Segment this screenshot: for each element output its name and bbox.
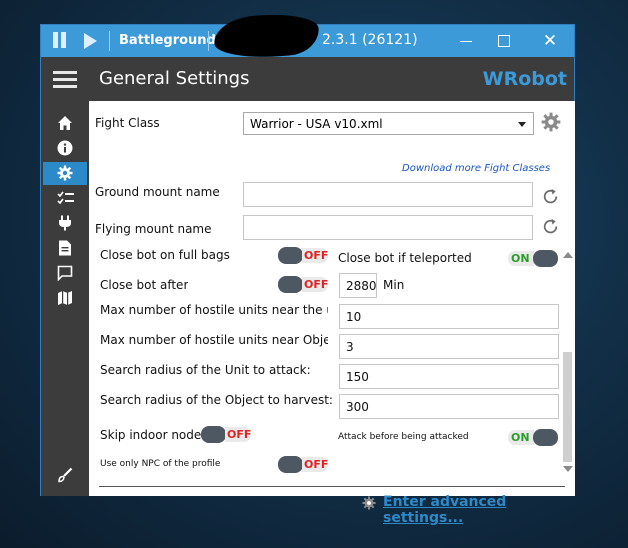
titlebar-divider [208, 31, 209, 51]
settings-panel: Fight Class Warrior - USA v10.xml Downlo… [89, 101, 575, 526]
settings-window: Battlegrounder 2.3.1 (26121) ✕ General S… [40, 11, 575, 526]
home-icon[interactable] [43, 112, 87, 135]
map-icon[interactable] [43, 287, 87, 310]
minimize-icon[interactable] [455, 30, 477, 52]
title-bar[interactable]: Battlegrounder 2.3.1 (26121) ✕ [41, 11, 574, 61]
max-hostile-unit-input[interactable]: 10 [339, 304, 559, 329]
ground-mount-label: Ground mount name [95, 185, 220, 199]
toggle-state: OFF [302, 277, 329, 292]
close-full-bags-toggle[interactable]: OFF [278, 247, 328, 264]
checklist-icon[interactable] [43, 187, 87, 210]
search-object-input[interactable]: 300 [339, 394, 559, 419]
page-title: General Settings [99, 68, 250, 89]
close-teleported-toggle[interactable]: ON [508, 250, 558, 267]
skip-indoor-toggle[interactable]: OFF [201, 426, 251, 443]
toggle-state: ON [508, 251, 534, 266]
pause-icon[interactable] [51, 31, 69, 49]
toggle-state: OFF [225, 427, 252, 442]
toggle-knob [278, 276, 303, 293]
document-icon[interactable] [43, 237, 87, 260]
toggle-knob [201, 426, 226, 443]
sidebar [41, 101, 89, 496]
refresh-icon[interactable] [542, 218, 559, 239]
plug-icon[interactable] [43, 212, 87, 235]
attack-before-toggle[interactable]: ON [508, 429, 558, 446]
advanced-settings-gear-icon [362, 495, 376, 514]
gear-icon[interactable] [43, 162, 87, 185]
toggle-state: ON [508, 430, 534, 445]
fight-class-value: Warrior - USA v10.xml [250, 117, 383, 131]
close-after-unit: Min [383, 278, 405, 292]
refresh-icon[interactable] [542, 188, 559, 209]
chat-icon[interactable] [43, 262, 87, 285]
fight-class-dropdown[interactable]: Warrior - USA v10.xml [243, 112, 534, 135]
attack-before-label: Attack before being attacked [338, 432, 469, 442]
toggle-knob [278, 247, 303, 264]
scroll-up-icon[interactable] [563, 252, 573, 258]
search-unit-label: Search radius of the Unit to attack: [100, 363, 311, 377]
use-npc-label: Use only NPC of the profile [100, 459, 221, 469]
info-icon[interactable] [43, 137, 87, 160]
advanced-settings-link[interactable]: Enter advanced settings... [383, 494, 575, 526]
flying-mount-label: Flying mount name [95, 222, 212, 236]
maximize-icon[interactable] [492, 30, 514, 52]
scroll-thumb[interactable] [563, 352, 572, 462]
play-icon[interactable] [84, 33, 97, 49]
close-after-input[interactable]: 2880 [339, 273, 377, 298]
app-header: General Settings WRobot [41, 57, 574, 101]
download-fight-classes-link[interactable]: Download more Fight Classes [402, 163, 550, 174]
max-hostile-object-label: Max number of hostile units near Object … [100, 333, 328, 347]
toggle-knob [533, 250, 558, 267]
vertical-scrollbar[interactable] [561, 248, 574, 474]
fight-class-settings-icon[interactable] [541, 112, 561, 136]
hamburger-menu-icon[interactable] [53, 71, 77, 88]
footer-divider [99, 486, 565, 487]
search-unit-input[interactable]: 150 [339, 364, 559, 389]
toggle-state: OFF [302, 457, 329, 472]
brand-logo: WRobot [482, 68, 567, 90]
close-teleported-label: Close bot if teleported [338, 251, 472, 265]
skip-indoor-label: Skip indoor nodes [100, 428, 208, 442]
flying-mount-input[interactable] [243, 215, 533, 240]
redaction-mark [212, 11, 321, 61]
app-version: 2.3.1 (26121) [322, 32, 418, 48]
max-hostile-object-input[interactable]: 3 [339, 334, 559, 359]
close-full-bags-label: Close bot on full bags [100, 248, 230, 262]
scroll-down-icon[interactable] [563, 466, 573, 472]
search-object-label: Search radius of the Object to harvest: [100, 393, 333, 407]
fight-class-label: Fight Class [95, 116, 160, 130]
use-npc-toggle[interactable]: OFF [278, 456, 328, 473]
brush-icon[interactable] [43, 464, 87, 487]
chevron-down-icon [518, 122, 526, 127]
ground-mount-input[interactable] [243, 182, 533, 207]
close-after-label: Close bot after [100, 278, 189, 292]
close-icon[interactable]: ✕ [539, 30, 561, 52]
close-after-toggle[interactable]: OFF [278, 276, 328, 293]
toggle-knob [533, 429, 558, 446]
toggle-knob [278, 456, 303, 473]
titlebar-divider [109, 31, 110, 51]
max-hostile-unit-label: Max number of hostile units near the uni… [100, 303, 328, 317]
toggle-state: OFF [302, 248, 329, 263]
